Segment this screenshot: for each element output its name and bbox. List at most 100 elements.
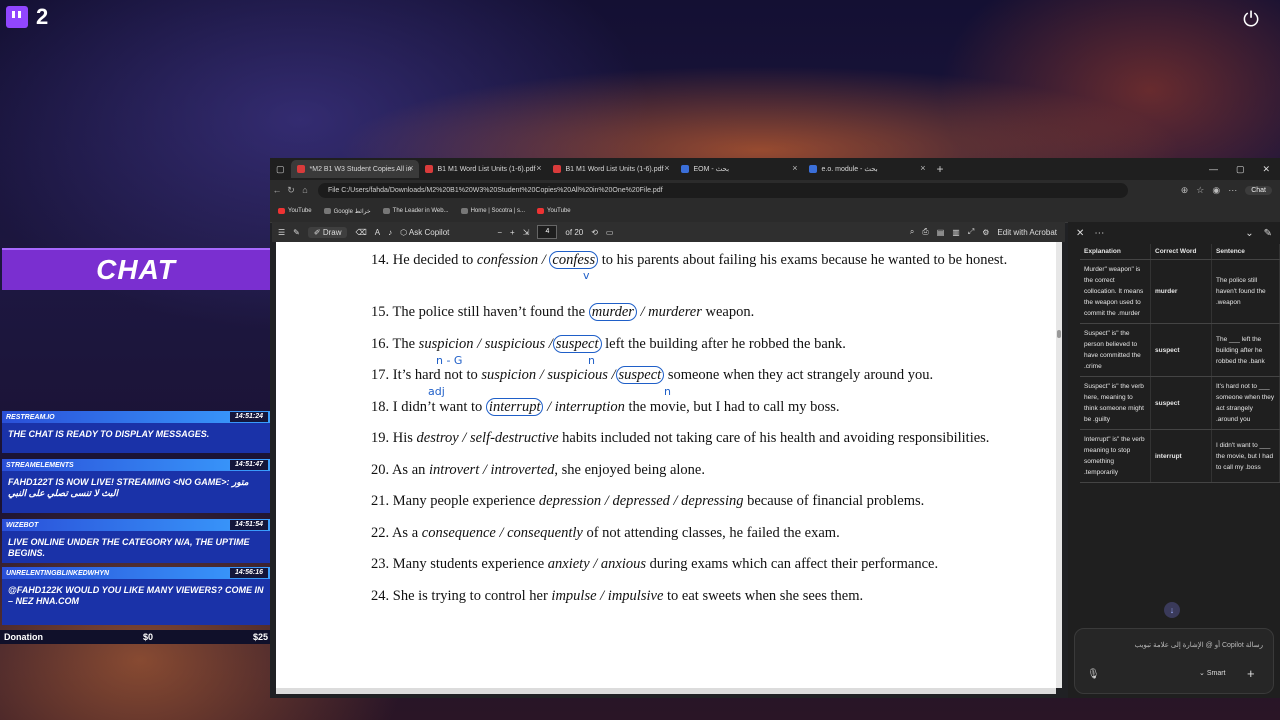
chat-message: RESTREAM.IO 14:51:24 THE CHAT IS READY TO…: [2, 411, 272, 453]
youtube-icon: [537, 208, 545, 214]
mode-selector[interactable]: ⌄ Smart: [1199, 669, 1225, 677]
chat-source: UNRELENTINGBLINKEDWHYN: [6, 569, 110, 577]
highlight-icon[interactable]: ✎: [293, 228, 300, 237]
tab-label: e.o. module - بحث: [821, 166, 878, 173]
scroll-down-icon[interactable]: ↓: [1164, 602, 1180, 618]
window-controls: — ▢ ✕: [1209, 164, 1280, 175]
draw-button[interactable]: ✐ Draw: [307, 226, 348, 238]
search-icon[interactable]: ⌕: [910, 227, 914, 237]
scroll-thumb[interactable]: [1057, 330, 1061, 338]
contents-icon[interactable]: ☰: [278, 228, 285, 237]
question-15: 15. The police still haven’t found the m…: [371, 303, 755, 321]
rotate-icon[interactable]: ⟲: [591, 228, 598, 237]
chat-title: CHAT: [2, 248, 270, 290]
page-number-input[interactable]: 4: [537, 225, 558, 239]
viewer-count: 2: [36, 4, 49, 29]
zoom-in-icon[interactable]: +: [510, 228, 515, 237]
back-icon[interactable]: ←: [270, 185, 284, 195]
horizontal-scrollbar[interactable]: [276, 688, 1056, 694]
question-17: 17. It’s hard not to suspicion / suspici…: [371, 366, 934, 384]
close-window-icon[interactable]: ✕: [1262, 164, 1270, 175]
favorite-star-icon[interactable]: ☆: [1196, 185, 1204, 196]
page-view-icon[interactable]: ▭: [606, 228, 614, 237]
tab-pdf-active[interactable]: *M2 B1 W3 Student Copies All in ×: [290, 160, 419, 178]
new-tab-button[interactable]: +: [931, 162, 950, 176]
tab-label: EOM - بحث: [693, 166, 730, 173]
bookmark-item[interactable]: YouTube: [533, 208, 575, 214]
copilot-answer-table: Explanation Correct Word Sentence Murder…: [1080, 244, 1280, 483]
tab-pdf[interactable]: B1 M1 Word List Units (1-6).pdf ×: [419, 160, 547, 178]
tab-search[interactable]: e.o. module - بحث ×: [803, 160, 931, 178]
url-field[interactable]: File C:/Users/fahda/Downloads/M2%20B1%20…: [318, 182, 1128, 198]
add-icon[interactable]: +: [1247, 666, 1255, 681]
twitch-logo-icon: [6, 6, 28, 28]
chat-source: WIZEBOT: [6, 521, 39, 529]
donation-goal: $25: [252, 632, 268, 642]
home-icon[interactable]: ⌂: [298, 185, 312, 195]
tab-search[interactable]: EOM - بحث ×: [675, 160, 803, 178]
copilot-header: ✕ ⋯ ⌄ ✎: [1068, 222, 1280, 244]
tab-menu-icon[interactable]: ▢: [270, 164, 291, 175]
chat-source: STREAMELEMENTS: [6, 461, 74, 469]
donation-bar: Donation $0 $25: [0, 630, 272, 644]
vertical-scrollbar[interactable]: [1056, 242, 1062, 688]
power-icon: ⏻: [1243, 9, 1259, 31]
close-icon[interactable]: ✕: [1076, 228, 1084, 239]
zoom-icon[interactable]: ⊕: [1181, 185, 1189, 196]
pdf-icon: [552, 165, 561, 173]
menu-dots-icon[interactable]: ⋯: [1228, 185, 1237, 196]
save-icon[interactable]: ▤: [937, 228, 945, 237]
close-icon[interactable]: ×: [664, 163, 669, 173]
ink-annotation: n: [664, 385, 671, 398]
close-icon[interactable]: ×: [792, 163, 797, 173]
donation-current: $0: [142, 632, 153, 642]
circled-answer: suspect: [615, 366, 665, 384]
chat-time: 14:56:16: [229, 568, 268, 578]
ink-annotation: adj: [428, 385, 445, 398]
copilot-chat-button[interactable]: Chat: [1245, 185, 1272, 195]
refresh-icon[interactable]: ↻: [284, 185, 298, 196]
extension-icon[interactable]: ◉: [1212, 185, 1220, 196]
save-as-icon[interactable]: ▥: [952, 228, 960, 237]
pdf-toolbar: ☰ ✎ ✐ Draw ⌫ A ♪ ⬡ Ask Copilot − + ⇲ 4 o…: [272, 222, 1065, 242]
bookmark-item[interactable]: Home | Socotra | s...: [457, 208, 529, 214]
edit-with-acrobat-button[interactable]: Edit with Acrobat: [997, 228, 1065, 237]
address-bar-row: ← ↻ ⌂ File C:/Users/fahda/Downloads/M2%2…: [270, 180, 1280, 200]
chat-time: 14:51:24: [229, 412, 268, 422]
site-icon: [460, 208, 468, 214]
chat-text: FAHD122T IS NOW LIVE! STREAMING <NO GAME…: [2, 471, 272, 513]
more-options-icon[interactable]: ⋯: [1094, 228, 1104, 239]
chevron-down-icon[interactable]: ⌄: [1245, 228, 1253, 239]
chat-source: RESTREAM.IO: [6, 413, 55, 421]
microphone-icon[interactable]: 🎙: [1087, 669, 1100, 680]
question-20: 20. As an introvert / introverted, she e…: [371, 462, 705, 478]
close-icon[interactable]: ×: [920, 163, 925, 173]
bookmark-item[interactable]: Google خرائط: [320, 208, 375, 215]
tab-pdf[interactable]: B1 M1 Word List Units (1-6).pdf ×: [547, 160, 675, 178]
read-aloud-icon[interactable]: ♪: [388, 228, 392, 237]
question-24: 24. She is trying to control her impulse…: [371, 588, 864, 604]
ask-copilot-button[interactable]: ⬡ Ask Copilot: [400, 228, 449, 237]
chat-message: UNRELENTINGBLINKEDWHYN 14:56:16 @FAHD122K…: [2, 567, 272, 625]
eraser-icon[interactable]: ⌫: [355, 228, 366, 237]
twitch-viewer-counter: 2: [6, 4, 48, 30]
text-icon[interactable]: A: [375, 228, 380, 237]
bookmark-item[interactable]: YouTube: [274, 208, 316, 214]
settings-icon[interactable]: ⚙: [982, 228, 989, 237]
chat-text: @FAHD122K WOULD YOU LIKE MANY VIEWERS? C…: [2, 579, 272, 625]
new-chat-icon[interactable]: ✎: [1264, 228, 1272, 239]
table-row: Murder" weapon" is the correct collocati…: [1080, 259, 1280, 324]
maximize-icon[interactable]: ▢: [1236, 164, 1245, 175]
fullscreen-icon[interactable]: ⤢: [968, 227, 974, 237]
fit-page-icon[interactable]: ⇲: [523, 228, 530, 237]
circled-answer: murder: [588, 303, 637, 321]
print-icon[interactable]: ⎙: [922, 227, 928, 237]
zoom-out-icon[interactable]: −: [497, 228, 502, 237]
copilot-input[interactable]: رسالة Copilot أو @ الإشارة إلى علامة تبو…: [1074, 628, 1274, 694]
close-icon[interactable]: ×: [536, 163, 541, 173]
minimize-icon[interactable]: —: [1209, 164, 1218, 175]
search-favicon-icon: [808, 165, 817, 173]
bookmark-item[interactable]: The Leader in Web...: [379, 208, 453, 214]
close-icon[interactable]: ×: [408, 163, 413, 173]
question-14: 14. He decided to confession / confess t…: [371, 251, 1008, 269]
